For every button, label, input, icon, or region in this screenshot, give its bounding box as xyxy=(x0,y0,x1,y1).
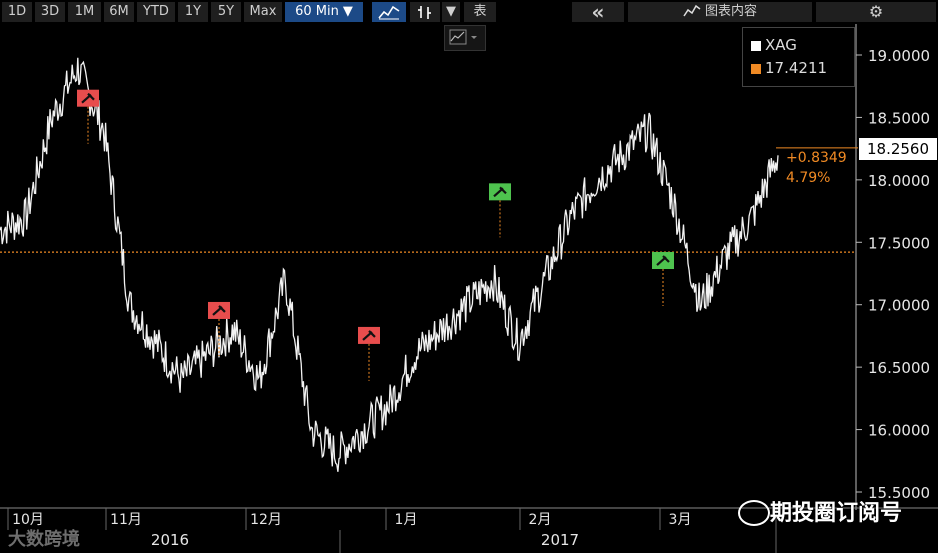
line-chart-type-button[interactable] xyxy=(372,2,406,22)
legend-value-row: 17.4211 xyxy=(751,59,827,77)
year-label: 2016 xyxy=(151,531,189,549)
y-tick-label: 17.0000 xyxy=(868,297,930,315)
legend-series-row[interactable]: XAG xyxy=(751,36,797,54)
range-1d-button[interactable]: 1D xyxy=(2,2,32,22)
legend-value: 17.4211 xyxy=(765,59,828,77)
interval-dropdown[interactable]: 60 Min ▼ xyxy=(285,2,363,22)
x-tick-label: 3月 xyxy=(669,512,692,528)
x-tick-label: 2月 xyxy=(529,512,552,528)
watermark-left: 大数跨境 xyxy=(8,529,80,550)
range-3d-button[interactable]: 3D xyxy=(35,2,65,22)
y-tick-label: 18.0000 xyxy=(868,172,930,190)
last-price-box: 18.2560 xyxy=(859,138,937,160)
wechat-icon xyxy=(738,500,770,526)
ohlc-bars-icon xyxy=(418,6,431,19)
caret-down-icon: ▼ xyxy=(446,4,456,19)
legend-swatch-white xyxy=(751,41,761,51)
range-ytd-button[interactable]: YTD xyxy=(137,2,175,22)
change-pct: 4.79% xyxy=(786,170,831,186)
bar-chart-type-button[interactable] xyxy=(410,2,440,22)
chart-content-icon xyxy=(683,4,701,17)
change-abs: +0.8349 xyxy=(786,150,847,166)
y-tick-label: 19.0000 xyxy=(868,47,930,65)
range-6m-button[interactable]: 6M xyxy=(104,2,134,22)
legend-swatch-orange xyxy=(751,64,761,74)
y-tick-label: 18.5000 xyxy=(868,109,930,127)
chart-content-label: 图表内容 xyxy=(704,4,757,19)
y-tick-label: 16.0000 xyxy=(868,422,930,440)
chart-content-button[interactable]: 图表内容 xyxy=(628,2,812,22)
range-1m-button[interactable]: 1M xyxy=(68,2,101,22)
price-chart[interactable]: 19.0000 18.5000 18.0000 17.5000 17.0000 16.50… xyxy=(0,24,938,553)
year-label: 2017 xyxy=(541,531,579,549)
line-chart-icon xyxy=(378,5,400,20)
collapse-button[interactable]: « xyxy=(572,2,624,22)
toolbar: 1D 3D 1M 6M YTD 1Y 5Y Max 60 Min ▼ ▼ 表 «… xyxy=(0,0,938,24)
legend: XAG 17.4211 xyxy=(742,27,855,87)
settings-button[interactable]: ⚙ xyxy=(816,2,936,22)
double-chevron-left-icon: « xyxy=(591,0,605,24)
range-1y-button[interactable]: 1Y xyxy=(178,2,208,22)
x-tick-label: 11月 xyxy=(110,512,142,528)
y-tick-label: 17.5000 xyxy=(868,234,930,252)
x-tick-label: 1月 xyxy=(395,512,418,528)
range-max-button[interactable]: Max xyxy=(244,2,282,22)
legend-symbol: XAG xyxy=(765,36,797,54)
range-5y-button[interactable]: 5Y xyxy=(211,2,241,22)
chart-type-dropdown[interactable]: ▼ xyxy=(442,2,460,22)
watermark-right: 期投圈订阅号 xyxy=(770,501,903,526)
table-view-button[interactable]: 表 xyxy=(464,2,496,22)
gear-icon: ⚙ xyxy=(868,2,884,21)
x-tick-label: 12月 xyxy=(250,512,282,528)
y-tick-label: 16.5000 xyxy=(868,359,930,377)
